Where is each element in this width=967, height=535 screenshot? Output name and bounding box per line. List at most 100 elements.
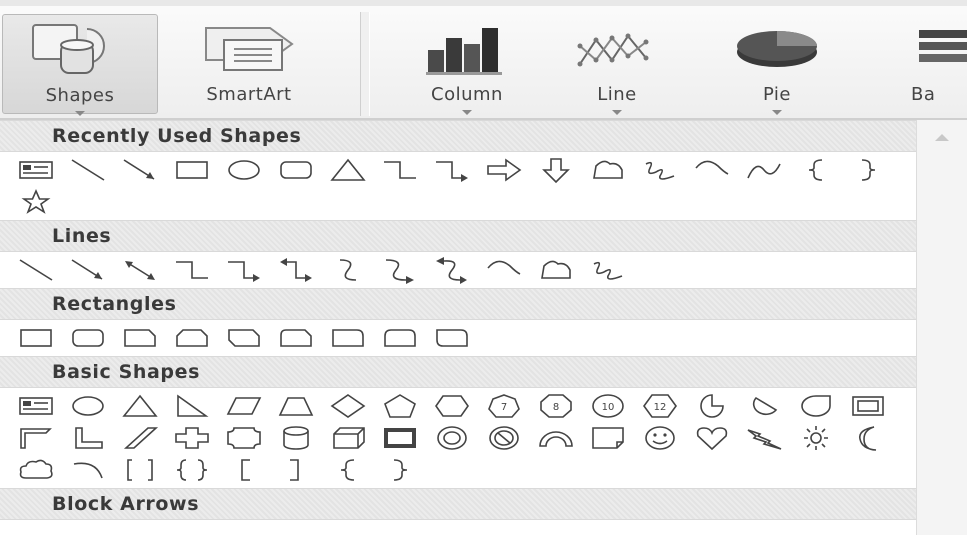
diamond-shape-icon[interactable]	[322, 390, 374, 422]
curve-shape-icon[interactable]	[478, 254, 530, 286]
column-chart-dropdown-arrow-icon[interactable]	[462, 110, 472, 115]
can-shape-icon[interactable]	[270, 422, 322, 454]
column-chart-button[interactable]: Column	[382, 14, 552, 115]
heptagon-shape-icon[interactable]: 7	[478, 390, 530, 422]
plaque-shape-icon[interactable]	[218, 422, 270, 454]
down-arrow-shape-icon[interactable]	[530, 154, 582, 186]
cross-shape-icon[interactable]	[166, 422, 218, 454]
column-chart-icon	[382, 20, 552, 76]
round-diagonal-shape-icon[interactable]	[426, 322, 478, 354]
shapes-button[interactable]: Shapes	[2, 14, 158, 116]
scribble-shape-icon[interactable]	[582, 254, 634, 286]
right-brace-shape-icon[interactable]	[842, 154, 894, 186]
left-brace-shape-icon[interactable]	[790, 154, 842, 186]
illustrations-group: Shapes SmartArt	[0, 12, 357, 118]
scroll-up-arrow-icon[interactable]	[935, 134, 949, 141]
text-box-shape-icon[interactable]	[10, 154, 62, 186]
line-shape-icon[interactable]	[10, 254, 62, 286]
elbow-double-arrow-connector-shape-icon[interactable]	[270, 254, 322, 286]
curve-2-shape-icon[interactable]	[738, 154, 790, 186]
diagonal-stripe-shape-icon[interactable]	[114, 422, 166, 454]
isosceles-triangle-shape-icon[interactable]	[114, 390, 166, 422]
oval-shape-icon[interactable]	[218, 154, 270, 186]
curved-double-arrow-connector-shape-icon[interactable]	[426, 254, 478, 286]
line-chart-button[interactable]: Line	[562, 14, 672, 115]
curved-connector-shape-icon[interactable]	[322, 254, 374, 286]
right-triangle-shape-icon[interactable]	[166, 390, 218, 422]
column-chart-label: Column	[431, 84, 503, 105]
block-arc-shape-icon[interactable]	[530, 422, 582, 454]
smartart-button[interactable]: SmartArt	[160, 14, 338, 114]
right-bracket-shape-icon[interactable]	[270, 454, 322, 486]
double-bracket-shape-icon[interactable]	[114, 454, 166, 486]
elbow-arrow-connector-shape-icon[interactable]	[426, 154, 478, 186]
arrow-shape-icon[interactable]	[62, 254, 114, 286]
arc-shape-icon[interactable]	[62, 454, 114, 486]
half-frame-shape-icon[interactable]	[10, 422, 62, 454]
elbow-arrow-connector-shape-icon[interactable]	[218, 254, 270, 286]
snip-diagonal-shape-icon[interactable]	[218, 322, 270, 354]
double-brace-shape-icon[interactable]	[166, 454, 218, 486]
parallelogram-shape-icon[interactable]	[218, 390, 270, 422]
pie-chart-button[interactable]: Pie	[702, 14, 852, 115]
freeform-shape-icon[interactable]	[582, 154, 634, 186]
chord-shape-icon[interactable]	[738, 390, 790, 422]
sun-shape-icon[interactable]	[790, 422, 842, 454]
donut-shape-icon[interactable]	[426, 422, 478, 454]
rectangle-shape-icon[interactable]	[10, 322, 62, 354]
snip-single-corner-shape-icon[interactable]	[114, 322, 166, 354]
shapes-dropdown-arrow-icon[interactable]	[75, 111, 85, 116]
rounded-rectangle-shape-icon[interactable]	[270, 154, 322, 186]
section-header: Rectangles	[0, 288, 916, 320]
double-arrow-shape-icon[interactable]	[114, 254, 166, 286]
decagon-shape-icon[interactable]: 10	[582, 390, 634, 422]
curved-arrow-connector-shape-icon[interactable]	[374, 254, 426, 286]
elbow-connector-shape-icon[interactable]	[374, 154, 426, 186]
smiley-face-shape-icon[interactable]	[634, 422, 686, 454]
trapezoid-shape-icon[interactable]	[270, 390, 322, 422]
cloud-shape-icon[interactable]	[10, 454, 62, 486]
line-shape-icon[interactable]	[62, 154, 114, 186]
isosceles-triangle-shape-icon[interactable]	[322, 154, 374, 186]
5-point-star-shape-icon[interactable]	[10, 186, 62, 218]
l-shape-shape-icon[interactable]	[62, 422, 114, 454]
arrow-shape-icon[interactable]	[114, 154, 166, 186]
line-chart-dropdown-arrow-icon[interactable]	[612, 110, 622, 115]
right-arrow-shape-icon[interactable]	[478, 154, 530, 186]
left-bracket-shape-icon[interactable]	[218, 454, 270, 486]
smartart-icon	[160, 20, 338, 76]
lightning-bolt-shape-icon[interactable]	[738, 422, 790, 454]
right-brace-shape-icon[interactable]	[374, 454, 426, 486]
round-single-corner-shape-icon[interactable]	[322, 322, 374, 354]
round-same-side-shape-icon[interactable]	[374, 322, 426, 354]
curve-shape-icon[interactable]	[686, 154, 738, 186]
cube-shape-icon[interactable]	[322, 422, 374, 454]
gallery-scrollbar[interactable]	[916, 120, 967, 535]
pentagon-shape-icon[interactable]	[374, 390, 426, 422]
rounded-rectangle-shape-icon[interactable]	[62, 322, 114, 354]
scribble-shape-icon[interactable]	[634, 154, 686, 186]
heart-shape-icon[interactable]	[686, 422, 738, 454]
left-brace-shape-icon[interactable]	[322, 454, 374, 486]
teardrop-shape-icon[interactable]	[790, 390, 842, 422]
gallery-section: Lines	[0, 220, 916, 288]
pie-chart-dropdown-arrow-icon[interactable]	[772, 110, 782, 115]
freeform-shape-icon[interactable]	[530, 254, 582, 286]
moon-shape-icon[interactable]	[842, 422, 894, 454]
hexagon-shape-icon[interactable]	[426, 390, 478, 422]
folded-corner-shape-icon[interactable]	[582, 422, 634, 454]
bevel-shape-icon[interactable]	[374, 422, 426, 454]
text-box-shape-icon[interactable]	[10, 390, 62, 422]
bar-chart-button[interactable]: Ba	[877, 14, 967, 114]
snip-round-shape-icon[interactable]	[270, 322, 322, 354]
no-symbol-shape-icon[interactable]	[478, 422, 530, 454]
smartart-label: SmartArt	[206, 84, 292, 105]
rectangle-shape-icon[interactable]	[166, 154, 218, 186]
pie-shape-icon[interactable]	[686, 390, 738, 422]
dodecagon-shape-icon[interactable]: 12	[634, 390, 686, 422]
oval-shape-icon[interactable]	[62, 390, 114, 422]
octagon-shape-icon[interactable]: 8	[530, 390, 582, 422]
snip-same-side-shape-icon[interactable]	[166, 322, 218, 354]
elbow-connector-shape-icon[interactable]	[166, 254, 218, 286]
frame-shape-icon[interactable]	[842, 390, 894, 422]
